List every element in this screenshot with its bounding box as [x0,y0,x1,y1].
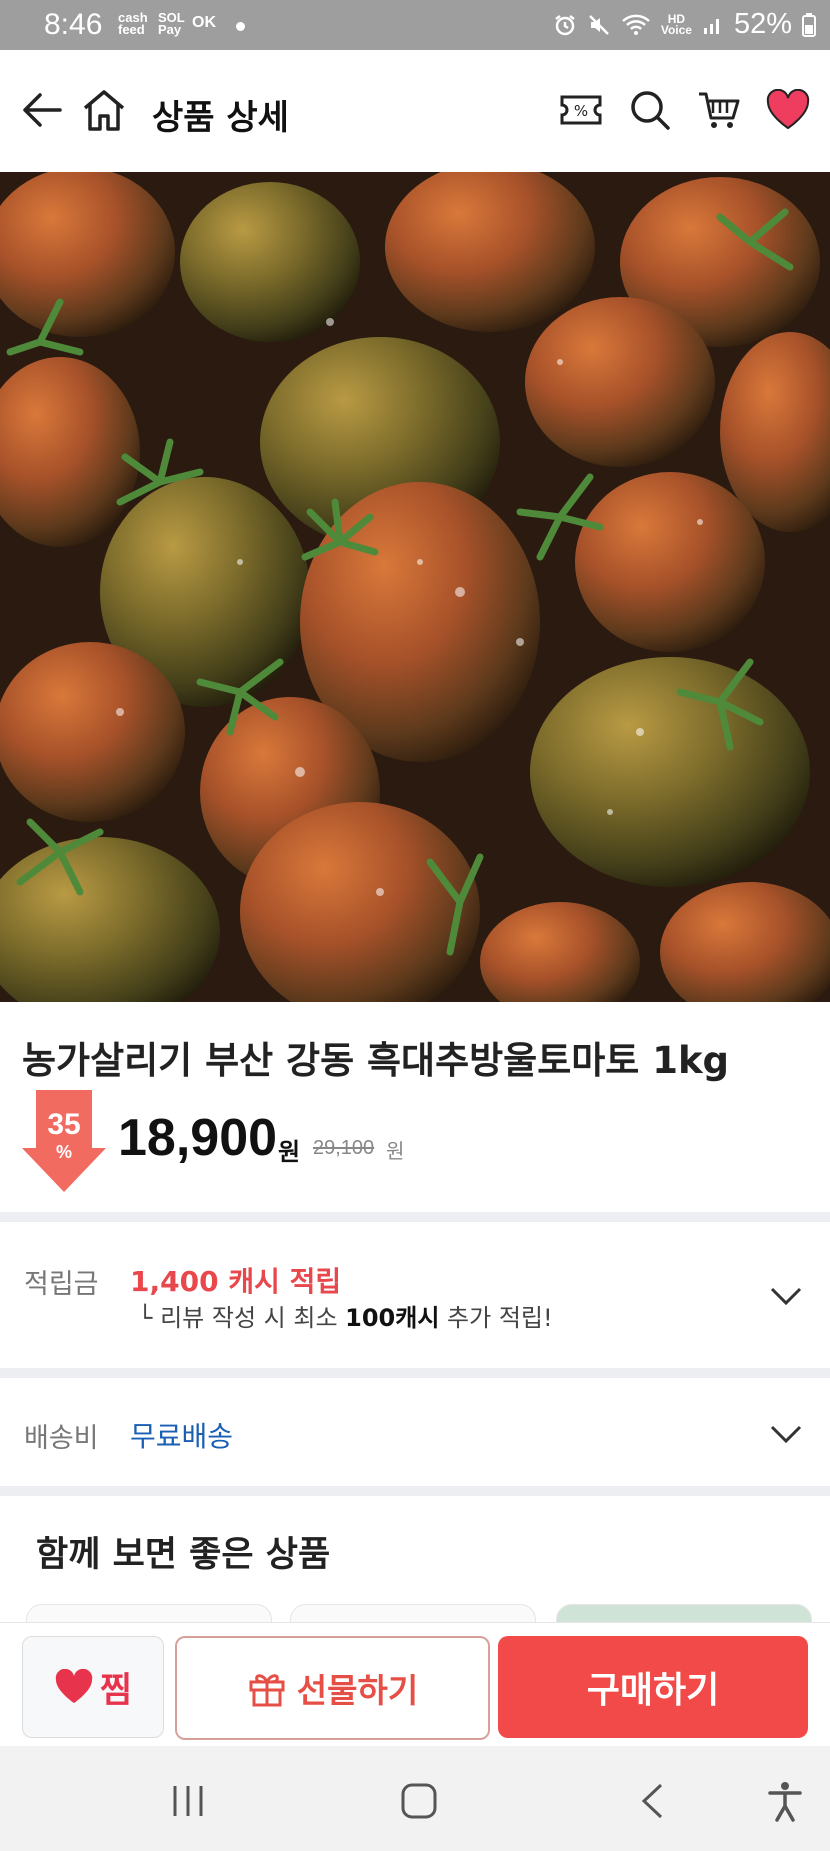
battery-icon [802,12,816,37]
battery-percent: 52% [733,8,792,40]
jjim-button[interactable]: 찜 [22,1636,164,1738]
back-arrow-icon [23,93,62,127]
reward-value: 1,400 캐시 적립 [130,1265,342,1298]
sale-price: 18,900 [118,1109,278,1167]
chevron-down-icon[interactable] [770,1286,802,1306]
hd-voice-icon: HD Voice [660,11,692,37]
discount-unit: % [55,1142,72,1162]
buy-button[interactable]: 구매하기 [498,1636,808,1738]
chevron-down-icon[interactable] [770,1424,802,1444]
reward-note-prefix: └ 리뷰 작성 시 최소 [138,1304,346,1332]
svg-text:%: % [574,102,588,120]
cart-icon [699,92,740,128]
coupon-icon: % [560,95,602,125]
bottom-action-bar: 찜 선물하기 구매하기 [0,1622,830,1747]
section-divider [0,1212,830,1222]
reward-note-bold: 100캐시 [345,1304,440,1332]
section-divider [0,1486,830,1496]
sale-price-unit: 원 [278,1138,301,1166]
coupon-button[interactable]: % [551,80,611,140]
wifi-icon [621,14,650,35]
app-header: 상품 상세 % [0,50,830,170]
back-button[interactable] [12,80,72,140]
cashfeed-app-icon: cash feed [118,10,148,37]
related-product-card[interactable] [26,1604,272,1624]
reward-note: └ 리뷰 작성 시 최소 100캐시 추가 적립! [138,1298,553,1333]
home-nav-icon [401,1783,437,1819]
heart-icon [766,89,810,130]
home-nav-button[interactable] [389,1776,449,1826]
status-time: 8:46 [44,8,103,41]
home-button[interactable] [74,80,134,140]
home-icon [83,90,125,131]
gift-icon [249,1674,285,1707]
buy-label: 구매하기 [586,1670,720,1711]
tomato-photo [0,172,830,1002]
accessibility-button[interactable] [755,1776,815,1826]
related-products-title: 함께 보면 좋은 상품 [36,1535,331,1575]
section-divider [0,1368,830,1378]
wishlist-button[interactable] [758,80,818,140]
status-bar: 8:46 cash feed SOL Pay OK HD Voice 52% [0,0,830,50]
ok-app-icon: OK [192,14,216,31]
related-product-card[interactable] [556,1604,812,1624]
alarm-icon [555,14,575,35]
notification-dot-icon [236,22,245,31]
gift-button[interactable]: 선물하기 [175,1636,490,1740]
page-title: 상품 상세 [152,98,289,138]
recent-apps-icon [173,1786,203,1816]
back-nav-button[interactable] [622,1776,682,1826]
shipping-value: 무료배송 [130,1420,234,1453]
discount-arrow-icon [22,1090,106,1192]
search-icon [631,91,670,130]
discount-value: 35 [47,1108,81,1141]
product-name: 농가살리기 부산 강동 흑대추방울토마토 1kg [22,1039,730,1082]
heart-icon [55,1669,93,1703]
solpay-app-icon: SOL Pay [158,10,185,37]
signal-icon [703,18,719,34]
cart-button[interactable] [689,80,749,140]
jjim-label: 찜 [99,1670,133,1711]
search-button[interactable] [620,80,680,140]
accessibility-icon [768,1782,802,1822]
shipping-label: 배송비 [24,1423,99,1454]
mute-icon [588,14,609,35]
related-product-card[interactable] [290,1604,536,1624]
system-nav-bar [0,1746,830,1851]
reward-label: 적립금 [24,1269,99,1300]
product-image[interactable] [0,172,830,1002]
reward-note-suffix: 추가 적립! [439,1304,553,1332]
gift-label: 선물하기 [296,1671,419,1710]
status-right: HD Voice 52% [553,8,816,41]
related-products-carousel[interactable] [0,1604,830,1624]
recent-apps-button[interactable] [158,1776,218,1826]
original-price-unit: 원 [386,1139,405,1163]
original-price: 29,100 [313,1137,375,1159]
back-nav-icon [641,1783,663,1819]
discount-badge: 35 % [22,1090,106,1192]
